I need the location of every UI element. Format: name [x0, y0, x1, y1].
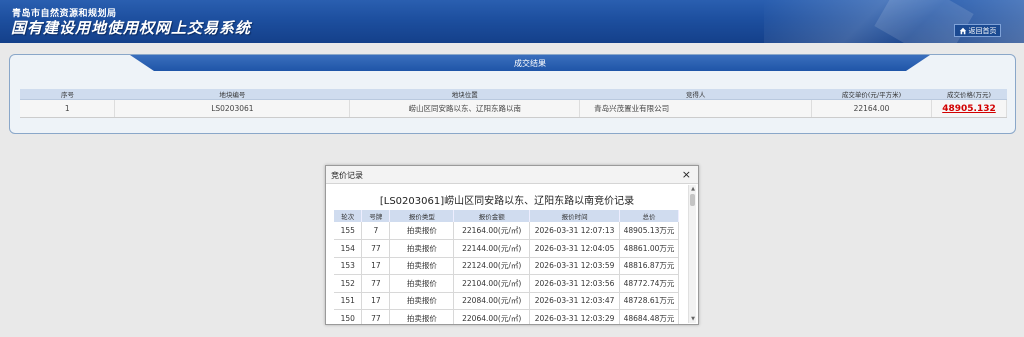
bid-amount: 22064.00(元/㎡) — [453, 309, 531, 324]
home-icon — [959, 27, 966, 34]
bid-round: 151 — [334, 292, 363, 310]
dialog-scrollbar[interactable]: ▲ ▼ — [688, 185, 696, 323]
bid-total: 48684.48万元 — [619, 309, 679, 324]
bid-amount: 22084.00(元/㎡) — [453, 292, 531, 310]
table-row: 150 77 拍卖报价 22064.00(元/㎡) 2026-03-31 12:… — [334, 309, 679, 324]
bid-type: 拍卖报价 — [389, 309, 455, 324]
system-title: 国有建设用地使用权网上交易系统 — [11, 19, 252, 37]
result-unit-price: 22164.00 — [811, 99, 932, 118]
bid-type: 拍卖报价 — [389, 274, 455, 293]
col-bid-amount: 报价金额 — [453, 210, 531, 222]
bid-total: 48816.87万元 — [619, 257, 679, 275]
bid-table: 轮次 号牌 报价类型 报价金额 报价时间 总价 155 7 拍卖报价 22164… — [334, 210, 679, 324]
bid-paddle: 77 — [361, 309, 391, 324]
bid-record-dialog: 竞价记录 × [LS0203061]崂山区同安路以东、辽阳东路以南竞价记录 轮次… — [325, 165, 699, 325]
bid-time: 2026-03-31 12:03:59 — [529, 257, 621, 275]
bid-total: 48772.74万元 — [619, 274, 679, 293]
table-row: 153 17 拍卖报价 22124.00(元/㎡) 2026-03-31 12:… — [334, 257, 679, 275]
result-location: 崂山区同安路以东、辽阳东路以南 — [349, 99, 581, 118]
col-paddle: 号牌 — [361, 210, 391, 222]
bid-type: 拍卖报价 — [389, 257, 455, 275]
bid-paddle: 77 — [361, 274, 391, 293]
dialog-title: 竞价记录 — [331, 171, 363, 180]
close-icon[interactable]: × — [682, 168, 691, 181]
dialog-body: [LS0203061]崂山区同安路以东、辽阳东路以南竞价记录 轮次 号牌 报价类… — [326, 185, 688, 324]
bid-paddle: 7 — [361, 222, 391, 240]
result-table-header: 序号 地块编号 地块位置 竞得人 成交单价(元/平方米) 成交价格(万元) — [20, 89, 1007, 100]
bid-time: 2026-03-31 12:03:29 — [529, 309, 621, 324]
bid-amount: 22164.00(元/㎡) — [453, 222, 531, 240]
col-total-price: 成交价格(万元) — [931, 89, 1007, 100]
scroll-up-icon[interactable]: ▲ — [689, 185, 697, 193]
bid-amount: 22124.00(元/㎡) — [453, 257, 531, 275]
bid-total: 48861.00万元 — [619, 239, 679, 258]
total-price-link[interactable]: 48905.132 — [942, 104, 996, 114]
result-winner: 青岛兴茂置业有限公司 — [579, 99, 813, 118]
col-round: 轮次 — [334, 210, 363, 222]
result-index: 1 — [20, 99, 116, 118]
bid-paddle: 77 — [361, 239, 391, 258]
col-total: 总价 — [619, 210, 679, 222]
bid-total: 48728.61万元 — [619, 292, 679, 310]
result-table: 序号 地块编号 地块位置 竞得人 成交单价(元/平方米) 成交价格(万元) 1 … — [20, 89, 1008, 118]
bid-table-header: 轮次 号牌 报价类型 报价金额 报价时间 总价 — [334, 210, 679, 222]
bid-type: 拍卖报价 — [389, 292, 455, 310]
col-bid-type: 报价类型 — [389, 210, 455, 222]
bid-paddle: 17 — [361, 292, 391, 310]
col-parcel-no: 地块编号 — [114, 89, 350, 100]
result-parcel-no: LS0203061 — [114, 99, 351, 118]
bid-round: 152 — [334, 274, 363, 293]
result-panel-title: 成交结果 — [130, 55, 930, 71]
back-home-button[interactable]: 返回首页 — [954, 24, 1001, 37]
bid-amount: 22144.00(元/㎡) — [453, 239, 531, 258]
bid-round: 150 — [334, 309, 363, 324]
bid-amount: 22104.00(元/㎡) — [453, 274, 531, 293]
bid-paddle: 17 — [361, 257, 391, 275]
col-bid-time: 报价时间 — [529, 210, 621, 222]
table-row: 151 17 拍卖报价 22084.00(元/㎡) 2026-03-31 12:… — [334, 292, 679, 310]
bid-type: 拍卖报价 — [389, 239, 455, 258]
dialog-titlebar: 竞价记录 × — [326, 166, 698, 184]
bid-total: 48905.13万元 — [619, 222, 679, 240]
result-panel: 成交结果 序号 地块编号 地块位置 竞得人 成交单价(元/平方米) 成交价格(万… — [9, 54, 1016, 134]
bid-record-heading: [LS0203061]崂山区同安路以东、辽阳东路以南竞价记录 — [379, 196, 635, 207]
scroll-down-icon[interactable]: ▼ — [689, 315, 697, 323]
col-unit-price: 成交单价(元/平方米) — [811, 89, 932, 100]
table-row: 155 7 拍卖报价 22164.00(元/㎡) 2026-03-31 12:0… — [334, 222, 679, 240]
result-row: 1 LS0203061 崂山区同安路以东、辽阳东路以南 青岛兴茂置业有限公司 2… — [20, 99, 1008, 118]
bid-type: 拍卖报价 — [389, 222, 455, 240]
header-banner: 青岛市自然资源和规划局 国有建设用地使用权网上交易系统 返回首页 — [0, 0, 1024, 43]
bid-time: 2026-03-31 12:03:56 — [529, 274, 621, 293]
bid-round: 155 — [334, 222, 363, 240]
scroll-thumb[interactable] — [690, 194, 695, 206]
bid-time: 2026-03-31 12:07:13 — [529, 222, 621, 240]
col-location: 地块位置 — [349, 89, 580, 100]
bid-round: 153 — [334, 257, 363, 275]
bid-round: 154 — [334, 239, 363, 258]
result-total-price-cell: 48905.132 — [931, 99, 1008, 118]
col-winner: 竞得人 — [579, 89, 812, 100]
bid-time: 2026-03-31 12:03:47 — [529, 292, 621, 310]
table-row: 154 77 拍卖报价 22144.00(元/㎡) 2026-03-31 12:… — [334, 239, 679, 258]
table-row: 152 77 拍卖报价 22104.00(元/㎡) 2026-03-31 12:… — [334, 274, 679, 293]
bid-time: 2026-03-31 12:04:05 — [529, 239, 621, 258]
back-home-label: 返回首页 — [968, 26, 997, 35]
col-index: 序号 — [20, 89, 115, 100]
